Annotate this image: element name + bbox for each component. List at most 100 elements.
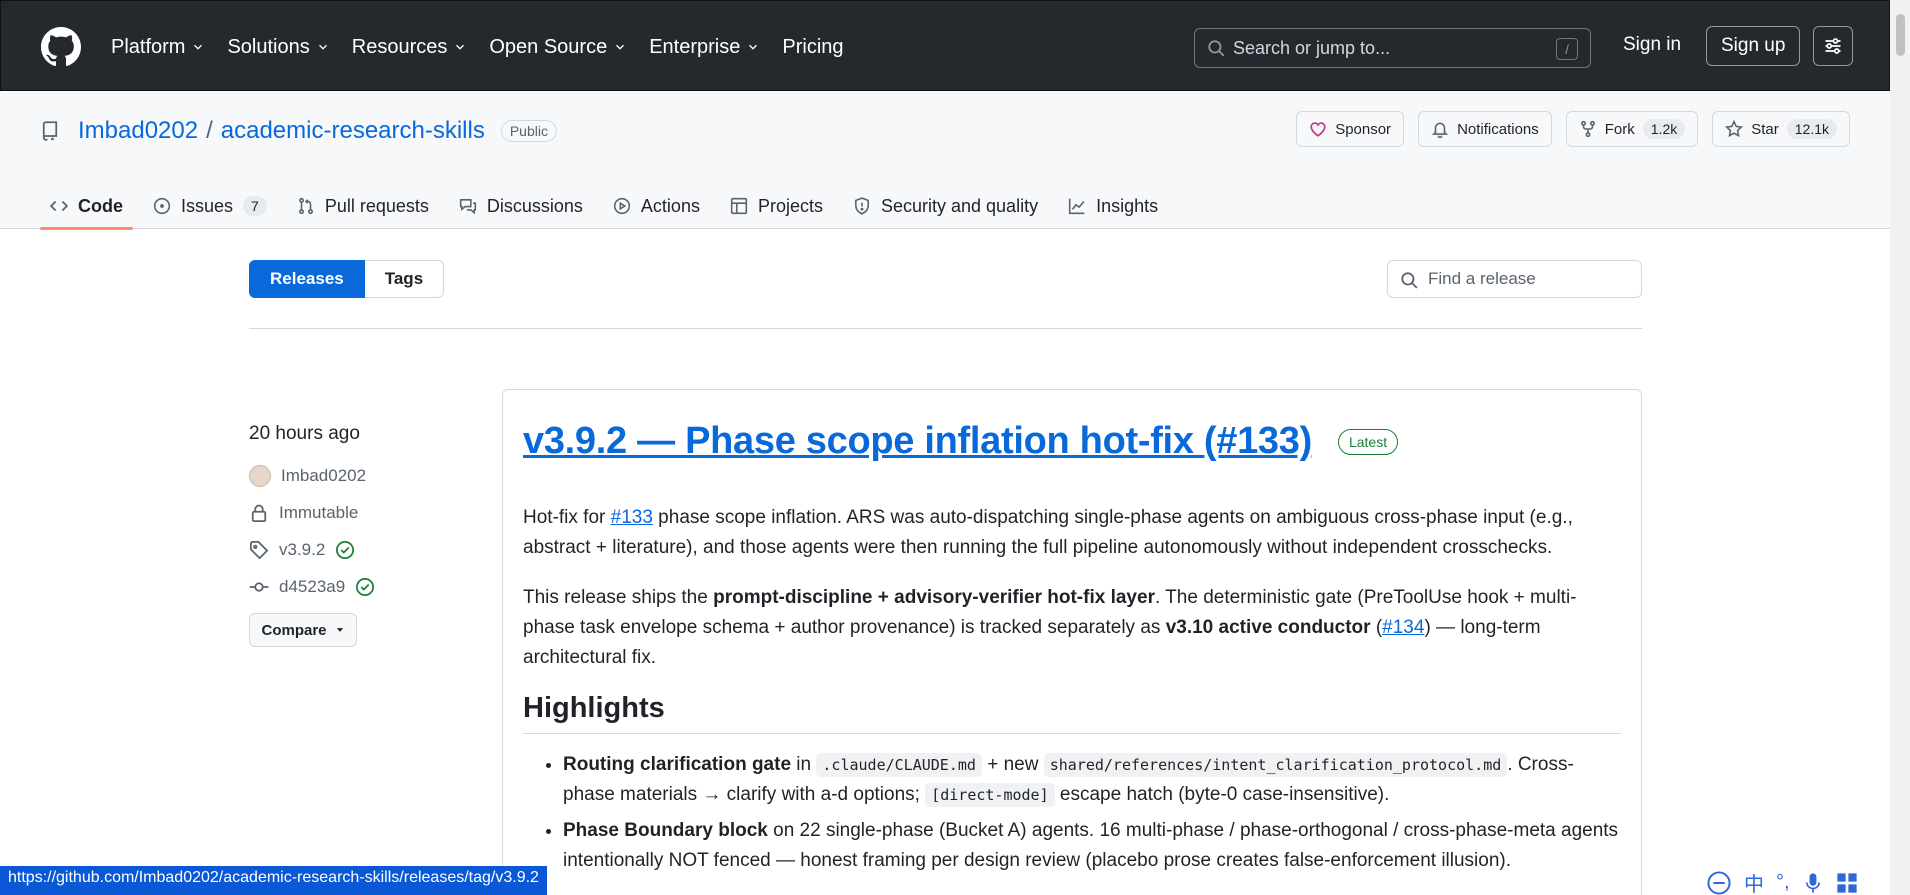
release-title-link[interactable]: v3.9.2 — Phase scope inflation hot-fix (…	[523, 420, 1312, 463]
repo-path-separator: /	[206, 117, 213, 144]
nav-pricing[interactable]: Pricing	[782, 29, 843, 65]
tab-actions[interactable]: Actions	[603, 183, 710, 229]
ime-toolbar: 中 °,	[1706, 868, 1858, 895]
inline-code: [direct-mode]	[925, 783, 1055, 807]
immutable-label: Immutable	[279, 502, 359, 522]
text: phase scope inflation. ARS was auto-disp…	[523, 507, 1573, 558]
repo-actions: Sponsor Notifications Fork 1.2k Star 12.…	[1296, 111, 1850, 147]
inline-code: .claude/CLAUDE.md	[816, 753, 982, 777]
git-pull-request-icon	[298, 197, 313, 215]
avatar[interactable]	[249, 464, 271, 487]
tag-icon	[250, 540, 269, 559]
search-icon	[1401, 272, 1418, 289]
highlights-heading: Highlights	[523, 693, 1621, 734]
releases-subnav: Releases Tags	[249, 260, 445, 298]
microphone-icon[interactable]	[1802, 872, 1824, 894]
repo-icon	[42, 121, 58, 141]
chevron-down-icon	[616, 44, 625, 50]
fork-icon	[1580, 120, 1595, 138]
tag-link[interactable]: v3.9.2	[279, 540, 325, 560]
search-icon	[1208, 40, 1225, 57]
comment-discussion-icon	[459, 199, 476, 215]
release-paragraph-1: Hot-fix for #133 phase scope inflation. …	[523, 503, 1621, 563]
tab-label: Code	[78, 195, 123, 216]
release-author[interactable]: Imbad0202	[249, 457, 469, 494]
main-nav: Platform Solutions Resources Open Source…	[111, 29, 866, 65]
notifications-label: Notifications	[1457, 120, 1539, 138]
tab-label: Projects	[757, 195, 823, 216]
issue-opened-icon	[153, 197, 171, 215]
sign-in-link[interactable]: Sign in	[1623, 34, 1681, 56]
repo-owner-link[interactable]: Imbad0202	[78, 117, 198, 145]
nav-platform[interactable]: Platform	[111, 29, 205, 65]
issue-link-133[interactable]: #133	[611, 507, 653, 528]
ime-punctuation-toggle[interactable]: °,	[1776, 871, 1790, 894]
bold-text: v3.10 active conductor	[1165, 617, 1371, 638]
tab-insights[interactable]: Insights	[1058, 183, 1168, 229]
tab-discussions[interactable]: Discussions	[449, 183, 593, 229]
nav-label: Platform	[111, 35, 186, 58]
tags-tab[interactable]: Tags	[364, 260, 445, 298]
bold-text: prompt-discipline + advisory-verifier ho…	[713, 587, 1155, 608]
star-count: 12.1k	[1786, 119, 1837, 139]
release-commit[interactable]: d4523a9	[249, 568, 469, 605]
inline-code: shared/references/intent_clarification_p…	[1043, 753, 1508, 777]
latest-badge: Latest	[1337, 428, 1399, 455]
appearance-settings-button[interactable]	[1813, 26, 1853, 66]
graph-icon	[1068, 198, 1085, 215]
star-button[interactable]: Star 12.1k	[1712, 111, 1850, 147]
commit-link[interactable]: d4523a9	[279, 577, 345, 597]
ime-logo-icon[interactable]	[1706, 870, 1732, 895]
section-divider	[249, 328, 1642, 329]
page-scrollbar[interactable]	[1890, 0, 1910, 895]
bold-text: Phase Boundary block	[563, 820, 768, 841]
sponsor-label: Sponsor	[1335, 120, 1392, 138]
issues-count: 7	[243, 196, 267, 216]
issue-link-134[interactable]: #134	[1382, 617, 1424, 638]
notifications-button[interactable]: Notifications	[1418, 111, 1552, 147]
search-shortcut-hint: /	[1556, 38, 1578, 60]
find-release-input[interactable]: Find a release	[1387, 260, 1642, 298]
tab-issues[interactable]: Issues 7	[143, 183, 277, 229]
release-tag[interactable]: v3.9.2	[249, 531, 469, 568]
tab-projects[interactable]: Projects	[720, 183, 833, 229]
nav-label: Pricing	[782, 35, 844, 58]
global-header: Platform Solutions Resources Open Source…	[0, 0, 1890, 91]
fork-button[interactable]: Fork 1.2k	[1565, 111, 1699, 147]
text: This release ships the	[523, 587, 714, 608]
ime-language-toggle[interactable]: 中	[1744, 868, 1764, 895]
tab-code[interactable]: Code	[40, 183, 133, 230]
releases-tab[interactable]: Releases	[249, 260, 365, 298]
compare-button[interactable]: Compare	[249, 613, 357, 647]
highlights-list: Routing clarification gate in .claude/CL…	[523, 750, 1621, 876]
repo-name-link[interactable]: academic-research-skills	[221, 117, 485, 145]
github-logo-icon[interactable]	[41, 27, 81, 67]
text: Hot-fix for	[523, 507, 611, 528]
tab-pull-requests[interactable]: Pull requests	[287, 183, 439, 229]
global-search-input[interactable]: Search or jump to... /	[1194, 28, 1591, 68]
link-status-url: https://github.com/Imbad0202/academic-re…	[0, 866, 547, 895]
nav-open-source[interactable]: Open Source	[489, 29, 627, 65]
text: + new	[981, 754, 1044, 775]
chevron-down-icon	[749, 44, 758, 50]
nav-enterprise[interactable]: Enterprise	[649, 29, 760, 65]
verified-icon	[336, 540, 355, 559]
author-name[interactable]: Imbad0202	[281, 466, 366, 486]
sign-up-button[interactable]: Sign up	[1706, 26, 1801, 66]
nav-label: Solutions	[227, 35, 310, 58]
nav-solutions[interactable]: Solutions	[227, 29, 329, 65]
release-paragraph-2: This release ships the prompt-discipline…	[523, 583, 1621, 673]
sponsor-button[interactable]: Sponsor	[1296, 111, 1405, 147]
tab-security[interactable]: Security and quality	[843, 183, 1048, 229]
list-item: Routing clarification gate in .claude/CL…	[563, 750, 1621, 810]
release-meta: 20 hours ago Imbad0202 Immutable v3.9.2 …	[249, 423, 469, 647]
git-commit-icon	[249, 581, 269, 592]
scrollbar-thumb[interactable]	[1896, 14, 1905, 56]
play-icon	[613, 197, 631, 215]
release-card: v3.9.2 — Phase scope inflation hot-fix (…	[502, 389, 1642, 895]
release-title-row: v3.9.2 — Phase scope inflation hot-fix (…	[523, 420, 1621, 463]
apps-grid-icon[interactable]	[1836, 872, 1858, 894]
text: in	[791, 754, 817, 775]
tab-label: Actions	[640, 195, 700, 216]
nav-resources[interactable]: Resources	[352, 29, 468, 65]
